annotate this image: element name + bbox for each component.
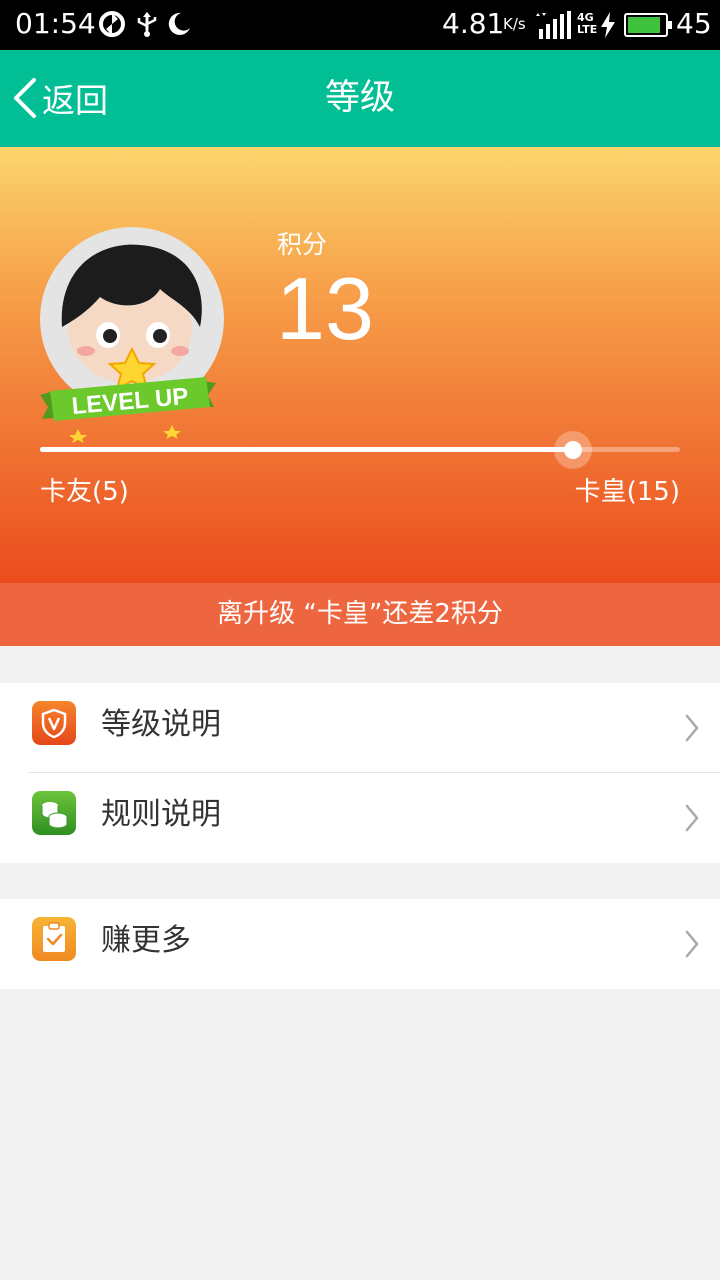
- battery-level: 45: [676, 7, 712, 40]
- clipboard-check-icon: [32, 917, 76, 961]
- menu-item-rules[interactable]: 规则说明: [0, 773, 720, 863]
- charging-icon: [601, 12, 615, 38]
- moon-icon: [168, 12, 190, 35]
- level-progress-bar: [40, 431, 680, 469]
- menu-item-level-info[interactable]: 等级说明: [0, 683, 720, 773]
- shield-v-icon: [32, 701, 76, 745]
- menu-item-earn-more[interactable]: 赚更多: [0, 899, 720, 989]
- menu-group-earn: 赚更多: [0, 899, 720, 989]
- menu-group-info: 等级说明 规则说明: [0, 683, 720, 863]
- net-speed: 4.81: [442, 7, 505, 40]
- level-progress-knob: [554, 431, 592, 469]
- menu-label: 规则说明: [101, 797, 221, 832]
- sync-icon: [99, 11, 125, 37]
- usb-icon: [137, 12, 157, 37]
- level-up-badge: LEVEL UP: [40, 377, 216, 443]
- network-sub-label: LTE: [577, 23, 598, 36]
- menu-label: 赚更多: [101, 923, 191, 958]
- level-progress-fill: [40, 447, 573, 452]
- chevron-right-icon: [685, 804, 699, 832]
- status-time: 01:54: [15, 7, 96, 40]
- menu-label: 等级说明: [101, 707, 221, 742]
- next-level-label: 卡皇(15): [574, 477, 680, 507]
- points-label: 积分: [277, 230, 328, 259]
- title-bar: 返回 等级: [0, 50, 720, 147]
- upgrade-notice: 离升级 “卡皇”还差2积分: [0, 583, 720, 646]
- coins-icon: [32, 791, 76, 835]
- points-value: 13: [276, 259, 374, 358]
- level-hero: LEVEL UP 积分 13 卡友(5) 卡皇(15): [0, 147, 720, 583]
- net-speed-unit: K/s: [503, 15, 526, 33]
- page-title: 等级: [324, 78, 395, 118]
- status-bar: 01:54 4.81 K/s 4G LTE 45: [0, 0, 720, 50]
- chevron-right-icon: [685, 930, 699, 958]
- battery-icon: [624, 13, 672, 37]
- current-level-label: 卡友(5): [40, 477, 129, 507]
- battery-fill: [628, 17, 660, 33]
- level-progress-knob-dot: [564, 441, 582, 459]
- network-type: 4G LTE: [577, 12, 597, 36]
- signal-icon: [536, 11, 571, 39]
- chevron-right-icon: [685, 714, 699, 742]
